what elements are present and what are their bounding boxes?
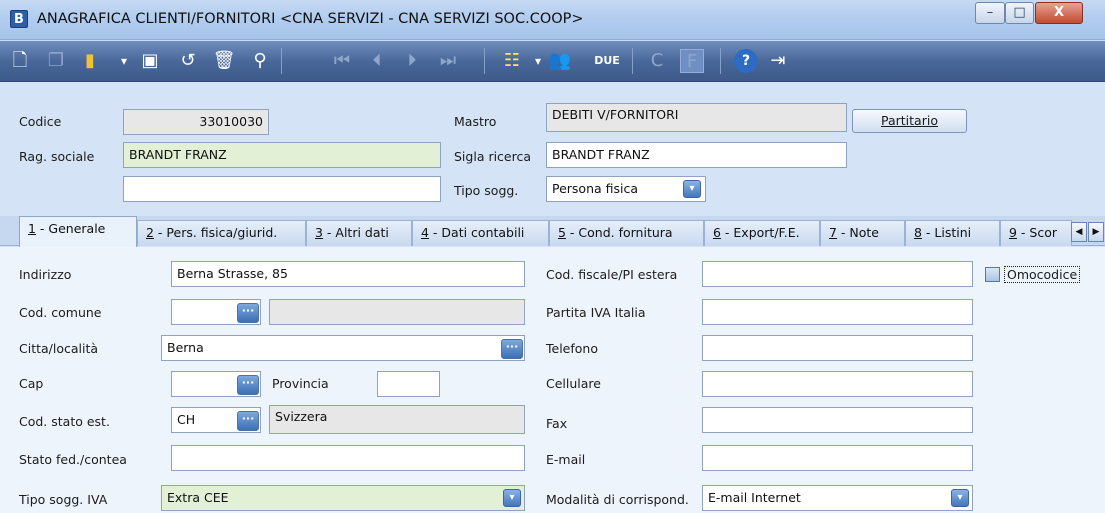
sigla-ricerca-field[interactable]: BRANDT FRANZ: [546, 142, 847, 168]
app-logo-icon: B: [10, 10, 28, 28]
omocodice-checkbox[interactable]: [985, 267, 1000, 282]
omocodice-label[interactable]: Omocodice: [1004, 266, 1081, 283]
chevron-left-icon[interactable]: ◀: [1071, 222, 1087, 242]
provincia-label: Provincia: [272, 376, 329, 391]
cod-fiscale-field[interactable]: [702, 261, 973, 287]
cod-comune-label: Cod. comune: [19, 305, 102, 320]
mastro-label: Mastro: [454, 114, 497, 129]
chevron-down-icon[interactable]: ▾: [951, 489, 969, 507]
cellulare-field[interactable]: [702, 371, 973, 397]
indirizzo-label: Indirizzo: [19, 267, 72, 282]
rag-sociale-2-field[interactable]: [123, 176, 441, 202]
cap-label: Cap: [19, 376, 44, 391]
copy-icon[interactable]: ❐: [44, 49, 68, 73]
telefono-label: Telefono: [546, 341, 598, 356]
mastro-field: DEBITI V/FORNITORI: [546, 103, 847, 132]
dropdown-arrow-icon[interactable]: ▾: [112, 49, 136, 73]
cod-fiscale-label: Cod. fiscale/PI estera: [546, 267, 678, 282]
list-icon[interactable]: ☷: [500, 49, 524, 73]
tipo-sogg-iva-value: Extra CEE: [167, 490, 229, 505]
toolbar-separator: [281, 48, 282, 74]
citta-lookup-button[interactable]: ···: [501, 339, 523, 359]
toolbar-separator: [484, 48, 485, 74]
f-icon[interactable]: F: [680, 49, 704, 73]
stato-fed-label: Stato fed./contea: [19, 452, 127, 467]
tab-note[interactable]: 7 - Note: [820, 220, 905, 246]
email-field[interactable]: [702, 445, 973, 471]
undo-icon[interactable]: ↺: [176, 49, 200, 73]
due-icon[interactable]: DUE: [590, 49, 624, 73]
tipo-sogg-iva-label: Tipo sogg. IVA: [19, 492, 108, 507]
folder-icon[interactable]: ▮: [78, 49, 102, 73]
modalita-value: E-mail Internet: [708, 490, 801, 505]
telefono-field[interactable]: [702, 335, 973, 361]
tab-scroll: ◀ ▶: [1071, 222, 1105, 242]
window-title: ANAGRAFICA CLIENTI/FORNITORI <CNA SERVIZ…: [37, 11, 584, 27]
toolbar-separator: [632, 48, 633, 74]
tab-listini[interactable]: 8 - Listini: [905, 220, 1000, 246]
save-icon[interactable]: ▣: [138, 49, 162, 73]
users-icon[interactable]: 👥: [548, 49, 572, 73]
toolbar-separator: [720, 48, 721, 74]
citta-label: Citta/località: [19, 341, 99, 356]
new-icon[interactable]: 🗋: [8, 49, 32, 73]
tab-generale[interactable]: 1 - Generale: [19, 216, 137, 247]
rag-sociale-field[interactable]: BRANDT FRANZ: [123, 142, 441, 168]
tab-dati-contabili[interactable]: 4 - Dati contabili: [412, 220, 549, 246]
email-label: E-mail: [546, 452, 586, 467]
help-icon[interactable]: ?: [734, 49, 758, 73]
cod-stato-lookup-button[interactable]: ···: [237, 411, 259, 431]
fax-label: Fax: [546, 416, 568, 431]
chevron-down-icon[interactable]: ▾: [683, 180, 701, 198]
tipo-sogg-label: Tipo sogg.: [454, 183, 519, 198]
tab-scor[interactable]: 9 - Scor: [1000, 220, 1072, 246]
tipo-sogg-value: Persona fisica: [552, 181, 639, 196]
tab-cond-fornitura[interactable]: 5 - Cond. fornitura: [549, 220, 704, 246]
codice-label: Codice: [19, 114, 62, 129]
modalita-label: Modalità di corrispond.: [546, 492, 689, 507]
next-record-icon[interactable]: ⏵: [400, 49, 424, 73]
citta-field[interactable]: Berna: [161, 335, 525, 361]
tipo-sogg-select[interactable]: Persona fisica: [546, 176, 706, 202]
minimize-button[interactable]: –: [975, 2, 1005, 24]
tab-export[interactable]: 6 - Export/F.E.: [704, 220, 820, 246]
partita-iva-label: Partita IVA Italia: [546, 305, 646, 320]
close-button[interactable]: X: [1035, 2, 1083, 24]
form-area: Codice 33010030 Mastro DEBITI V/FORNITOR…: [0, 82, 1105, 513]
tab-pers-fisica[interactable]: 2 - Pers. fisica/giurid.: [137, 220, 306, 246]
c-icon[interactable]: C: [645, 49, 669, 73]
last-record-icon[interactable]: ⏭: [436, 49, 460, 73]
exit-icon[interactable]: ⇥: [766, 49, 790, 73]
partitario-button[interactable]: Partitario: [852, 109, 967, 133]
provincia-field[interactable]: [377, 371, 440, 397]
find-icon[interactable]: ⚲: [248, 49, 272, 73]
fax-field[interactable]: [702, 407, 973, 433]
delete-icon[interactable]: 🗑: [212, 49, 236, 73]
partita-iva-field[interactable]: [702, 299, 973, 325]
cellulare-label: Cellulare: [546, 376, 601, 391]
stato-description-field: Svizzera: [269, 405, 525, 434]
cod-comune-lookup-button[interactable]: ···: [237, 303, 259, 323]
stato-fed-field[interactable]: [171, 445, 525, 471]
indirizzo-field[interactable]: Berna Strasse, 85: [171, 261, 525, 287]
title-bar: B ANAGRAFICA CLIENTI/FORNITORI <CNA SERV…: [0, 0, 1105, 40]
maximize-button[interactable]: □: [1005, 2, 1034, 24]
codice-field[interactable]: 33010030: [123, 109, 269, 135]
sigla-ricerca-label: Sigla ricerca: [454, 149, 532, 164]
previous-record-icon[interactable]: ⏴: [365, 49, 389, 73]
comune-description-field: [269, 299, 525, 325]
toolbar: 🗋 ❐ ▮ ▾ ▣ ↺ 🗑 ⚲ ⏮ ⏴ ⏵ ⏭ ☷ ▾ 👥 DUE C F ? …: [0, 41, 1105, 82]
cod-stato-label: Cod. stato est.: [19, 414, 110, 429]
first-record-icon[interactable]: ⏮: [330, 49, 354, 73]
chevron-down-icon[interactable]: ▾: [503, 489, 521, 507]
rag-sociale-label: Rag. sociale: [19, 149, 95, 164]
modalita-select[interactable]: E-mail Internet: [702, 485, 973, 511]
dropdown-arrow-icon[interactable]: ▾: [526, 49, 550, 73]
tipo-sogg-iva-select[interactable]: Extra CEE: [161, 485, 525, 511]
chevron-right-icon[interactable]: ▶: [1088, 222, 1104, 242]
cap-lookup-button[interactable]: ···: [237, 375, 259, 395]
tab-altri-dati[interactable]: 3 - Altri dati: [306, 220, 412, 246]
